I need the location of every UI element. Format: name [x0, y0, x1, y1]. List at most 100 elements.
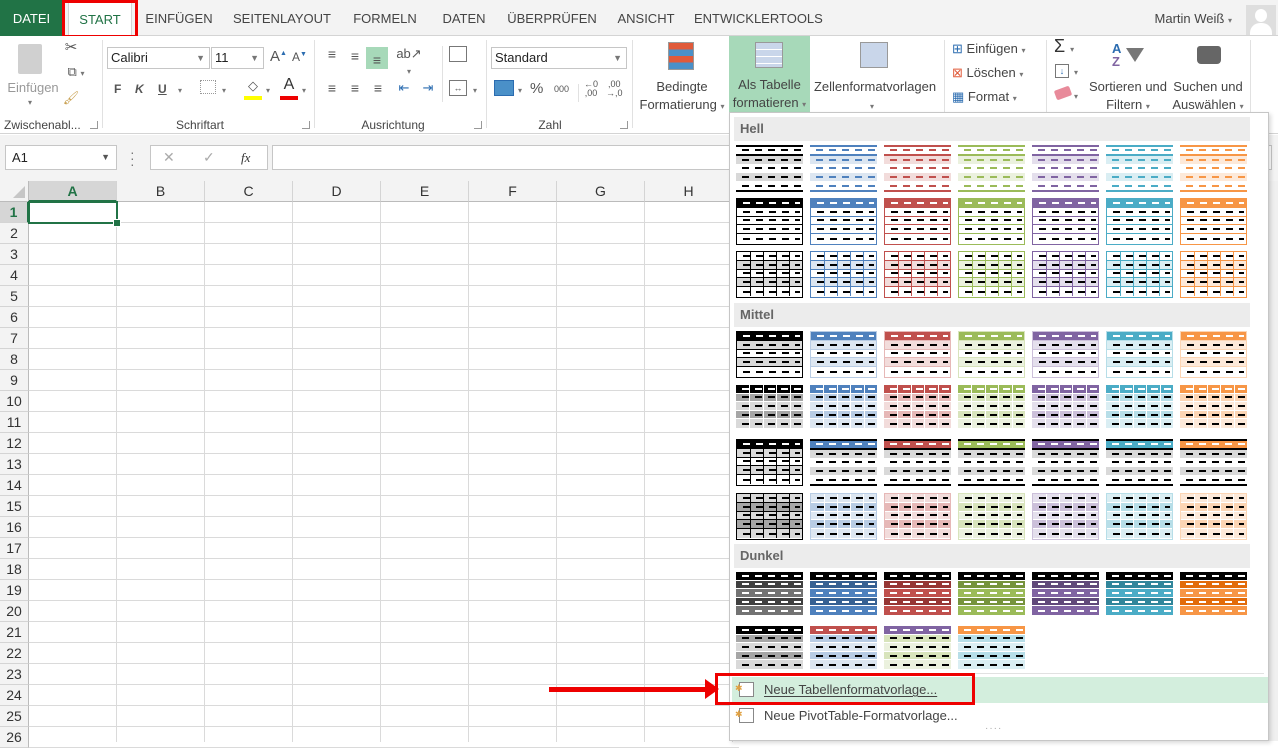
style-hell-15-aqua[interactable]	[1106, 251, 1173, 298]
style-mittel-1-blue[interactable]	[810, 331, 877, 378]
copy-icon[interactable]: ⧉ ▾	[62, 64, 90, 80]
style-mittel-8-black[interactable]	[736, 385, 803, 432]
style-mittel-15-red[interactable]	[884, 439, 951, 486]
row-header-5[interactable]: 5	[0, 286, 29, 307]
formula-bar-grip-icon[interactable]: · · ·	[130, 145, 135, 171]
row-header-23[interactable]: 23	[0, 664, 29, 685]
font-name-select[interactable]: Calibri ▼	[107, 47, 210, 69]
style-mittel-1-green[interactable]	[958, 331, 1025, 378]
row-header-2[interactable]: 2	[0, 223, 29, 244]
style-dunkel-8-2[interactable]	[810, 626, 877, 673]
style-mittel-15-orange[interactable]	[1180, 439, 1247, 486]
style-dunkel-8-1[interactable]	[736, 626, 803, 673]
row-header-13[interactable]: 13	[0, 454, 29, 475]
accounting-dropdown-icon[interactable]: ▾	[518, 86, 522, 95]
enter-icon[interactable]: ✓	[203, 149, 215, 166]
select-all-corner[interactable]	[0, 181, 29, 202]
style-hell-1-orange[interactable]	[1180, 145, 1247, 192]
borders-icon[interactable]	[200, 80, 216, 94]
grow-font-icon[interactable]: A▲	[270, 48, 287, 65]
row-header-20[interactable]: 20	[0, 601, 29, 622]
style-dunkel-1-black[interactable]	[736, 572, 803, 619]
resize-grip[interactable]: ····	[985, 723, 1002, 734]
delete-cells-button[interactable]: ⊠ Löschen ▾	[952, 64, 1042, 84]
align-bottom-icon[interactable]: ≡	[366, 47, 388, 69]
column-header-f[interactable]: F	[469, 181, 557, 202]
row-header-22[interactable]: 22	[0, 643, 29, 664]
column-header-e[interactable]: E	[381, 181, 469, 202]
avatar[interactable]	[1246, 5, 1276, 35]
style-mittel-8-blue[interactable]	[810, 385, 877, 432]
row-header-10[interactable]: 10	[0, 391, 29, 412]
tab-daten[interactable]: DATEN	[434, 0, 494, 36]
bold-button[interactable]: F	[114, 82, 121, 96]
vertical-scrollbar[interactable]	[1269, 181, 1278, 741]
font-color-dropdown-icon[interactable]: ▾	[302, 86, 306, 95]
row-header-3[interactable]: 3	[0, 244, 29, 265]
borders-dropdown-icon[interactable]: ▾	[222, 86, 226, 95]
style-hell-1-blue[interactable]	[810, 145, 877, 192]
row-header-9[interactable]: 9	[0, 370, 29, 391]
style-mittel-22-purple[interactable]	[1032, 493, 1099, 540]
style-hell-1-red[interactable]	[884, 145, 951, 192]
style-hell-15-red[interactable]	[884, 251, 951, 298]
user-account[interactable]: Martin Weiß ▾	[1155, 0, 1232, 36]
row-header-25[interactable]: 25	[0, 706, 29, 727]
style-mittel-22-red[interactable]	[884, 493, 951, 540]
style-dunkel-8-4[interactable]	[958, 626, 1025, 673]
fill-dropdown-icon[interactable]: ▾	[1074, 68, 1078, 77]
row-header-8[interactable]: 8	[0, 349, 29, 370]
column-header-c[interactable]: C	[205, 181, 293, 202]
row-header-1[interactable]: 1	[0, 202, 29, 223]
name-box[interactable]: A1 ▼	[5, 145, 117, 170]
style-hell-15-black[interactable]	[736, 251, 803, 298]
alignment-launcher-icon[interactable]	[474, 121, 482, 129]
style-hell-8-black[interactable]	[736, 198, 803, 245]
row-header-14[interactable]: 14	[0, 475, 29, 496]
paste-button[interactable]: Einfügen ▾	[6, 40, 59, 112]
column-header-g[interactable]: G	[557, 181, 645, 202]
tab-einfuegen[interactable]: EINFÜGEN	[140, 0, 218, 36]
column-header-a[interactable]: A	[29, 181, 117, 202]
style-dunkel-1-purple[interactable]	[1032, 572, 1099, 619]
style-mittel-22-orange[interactable]	[1180, 493, 1247, 540]
style-mittel-8-aqua[interactable]	[1106, 385, 1173, 432]
italic-button[interactable]: K	[135, 82, 144, 96]
style-mittel-1-black[interactable]	[736, 331, 803, 378]
style-hell-8-blue[interactable]	[810, 198, 877, 245]
tab-seitenlayout[interactable]: SEITENLAYOUT	[230, 0, 334, 36]
style-mittel-15-black[interactable]	[736, 439, 803, 486]
font-color-icon[interactable]: A	[280, 76, 298, 100]
tab-entwicklertools[interactable]: ENTWICKLERTOOLS	[694, 0, 823, 36]
row-header-11[interactable]: 11	[0, 412, 29, 433]
number-format-select[interactable]: Standard ▼	[491, 47, 627, 69]
style-mittel-15-green[interactable]	[958, 439, 1025, 486]
style-dunkel-1-red[interactable]	[884, 572, 951, 619]
style-mittel-8-red[interactable]	[884, 385, 951, 432]
style-mittel-1-red[interactable]	[884, 331, 951, 378]
tab-ansicht[interactable]: ANSICHT	[612, 0, 680, 36]
tab-formeln[interactable]: FORMELN	[346, 0, 424, 36]
font-launcher-icon[interactable]	[302, 121, 310, 129]
style-mittel-15-blue[interactable]	[810, 439, 877, 486]
row-header-17[interactable]: 17	[0, 538, 29, 559]
row-header-24[interactable]: 24	[0, 685, 29, 706]
thousands-separator-button[interactable]: 000	[554, 84, 569, 94]
column-header-h[interactable]: H	[645, 181, 733, 202]
style-mittel-22-black[interactable]	[736, 493, 803, 540]
cut-icon[interactable]: ✂	[62, 38, 80, 56]
percent-button[interactable]: %	[530, 80, 543, 97]
row-header-26[interactable]: 26	[0, 727, 29, 748]
style-hell-1-aqua[interactable]	[1106, 145, 1173, 192]
style-hell-1-black[interactable]	[736, 145, 803, 192]
selected-cell-a1[interactable]	[28, 201, 121, 227]
style-dunkel-1-green[interactable]	[958, 572, 1025, 619]
style-mittel-8-orange[interactable]	[1180, 385, 1247, 432]
number-launcher-icon[interactable]	[620, 121, 628, 129]
format-as-table-button[interactable]: Als Tabelle formatieren ▾	[729, 36, 810, 112]
style-hell-15-orange[interactable]	[1180, 251, 1247, 298]
style-mittel-22-aqua[interactable]	[1106, 493, 1173, 540]
merge-dropdown-icon[interactable]: ▾	[473, 86, 477, 95]
increase-decimal-icon[interactable]: ←0,00	[584, 80, 598, 98]
underline-dropdown-icon[interactable]: ▾	[178, 86, 182, 95]
